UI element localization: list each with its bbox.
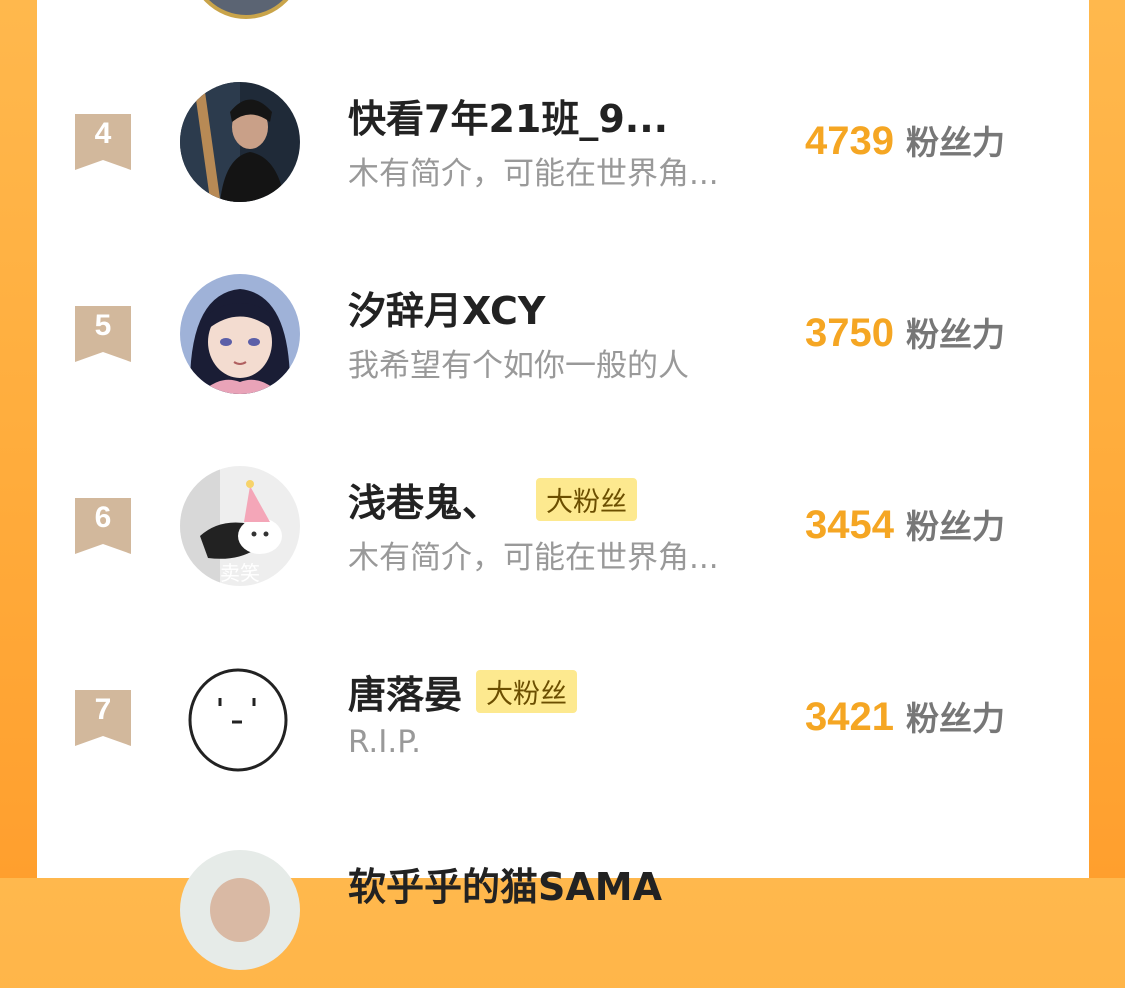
big-fan-badge: 大粉丝 bbox=[536, 477, 638, 521]
boy-guitar-photo-icon bbox=[180, 82, 300, 202]
big-fan-badge: 大粉丝 bbox=[476, 669, 578, 713]
avatar[interactable] bbox=[180, 274, 300, 394]
user-bio: 木有简介，可能在世界角... bbox=[348, 540, 719, 576]
photo-avatar-icon bbox=[180, 850, 300, 970]
avatar[interactable] bbox=[180, 850, 300, 970]
rank-ribbon: 5 bbox=[75, 306, 131, 362]
fan-power-value: 3454 bbox=[805, 503, 894, 547]
avatar-caption: 卖笑 bbox=[220, 561, 260, 585]
rank-number: 6 bbox=[94, 501, 112, 534]
fan-power: 3454 粉丝力 bbox=[805, 500, 1005, 550]
leaderboard-panel: 4 快看7年21班_9... 木有简介，可能在世界角... 4739 粉丝力 5… bbox=[37, 0, 1089, 970]
user-name[interactable]: 软乎乎的猫SAMA bbox=[348, 856, 662, 911]
name-line: 唐落晏 大粉丝 bbox=[348, 664, 578, 719]
doodle-face-icon bbox=[180, 658, 300, 778]
user-bio: 我希望有个如你一般的人 bbox=[348, 348, 689, 384]
fan-power: 3421 粉丝力 bbox=[805, 692, 1005, 742]
fan-power-unit: 粉丝力 bbox=[905, 507, 1005, 546]
fan-power-unit: 粉丝力 bbox=[905, 315, 1005, 354]
fan-power-unit: 粉丝力 bbox=[905, 699, 1005, 738]
name-line: 快看7年21班_9... bbox=[348, 88, 668, 143]
rank-number: 5 bbox=[94, 309, 112, 342]
leaderboard-row[interactable]: 6 卖笑 浅巷鬼、 大粉丝 木有简介，可能在世界角... 3454 粉丝力 bbox=[37, 464, 1089, 604]
anime-girl-portrait-icon bbox=[180, 274, 300, 394]
avatar[interactable]: 卖笑 bbox=[180, 466, 300, 586]
leaderboard-row[interactable]: 5 汐辞月XCY 我希望有个如你一般的人 3750 粉丝力 bbox=[37, 272, 1089, 412]
rank-number: 7 bbox=[94, 693, 112, 726]
name-line: 软乎乎的猫SAMA bbox=[348, 856, 662, 911]
user-name[interactable]: 浅巷鬼、 bbox=[348, 472, 500, 527]
rank-ribbon: 7 bbox=[75, 690, 131, 746]
rank-number: 4 bbox=[94, 117, 112, 150]
user-bio: 木有简介，可能在世界角... bbox=[348, 156, 719, 192]
fan-power: 3750 粉丝力 bbox=[805, 308, 1005, 358]
avatar-partial-top[interactable] bbox=[189, 0, 303, 19]
user-bio: R.I.P. bbox=[348, 724, 422, 760]
name-line: 汐辞月XCY bbox=[348, 280, 545, 335]
fan-power-value: 4739 bbox=[805, 119, 894, 163]
fan-power-unit: 粉丝力 bbox=[905, 123, 1005, 162]
fan-power: 4739 粉丝力 bbox=[805, 116, 1005, 166]
leaderboard-row[interactable]: 7 唐落晏 大粉丝 R.I.P. 3421 粉丝力 bbox=[37, 656, 1089, 796]
rank-ribbon: 4 bbox=[75, 114, 131, 170]
party-hat-cat-icon: 卖笑 bbox=[180, 466, 300, 586]
fan-power-value: 3421 bbox=[805, 695, 894, 739]
leaderboard-row[interactable]: 4 快看7年21班_9... 木有简介，可能在世界角... 4739 粉丝力 bbox=[37, 80, 1089, 220]
rank-ribbon: 6 bbox=[75, 498, 131, 554]
avatar[interactable] bbox=[180, 658, 300, 778]
leaderboard-row[interactable]: 软乎乎的猫SAMA bbox=[37, 848, 1089, 988]
name-line: 浅巷鬼、 大粉丝 bbox=[348, 472, 638, 527]
user-name[interactable]: 唐落晏 bbox=[348, 664, 462, 719]
avatar[interactable] bbox=[180, 82, 300, 202]
user-name[interactable]: 汐辞月XCY bbox=[348, 280, 545, 335]
user-name[interactable]: 快看7年21班_9... bbox=[348, 88, 668, 143]
fan-power-value: 3750 bbox=[805, 311, 894, 355]
